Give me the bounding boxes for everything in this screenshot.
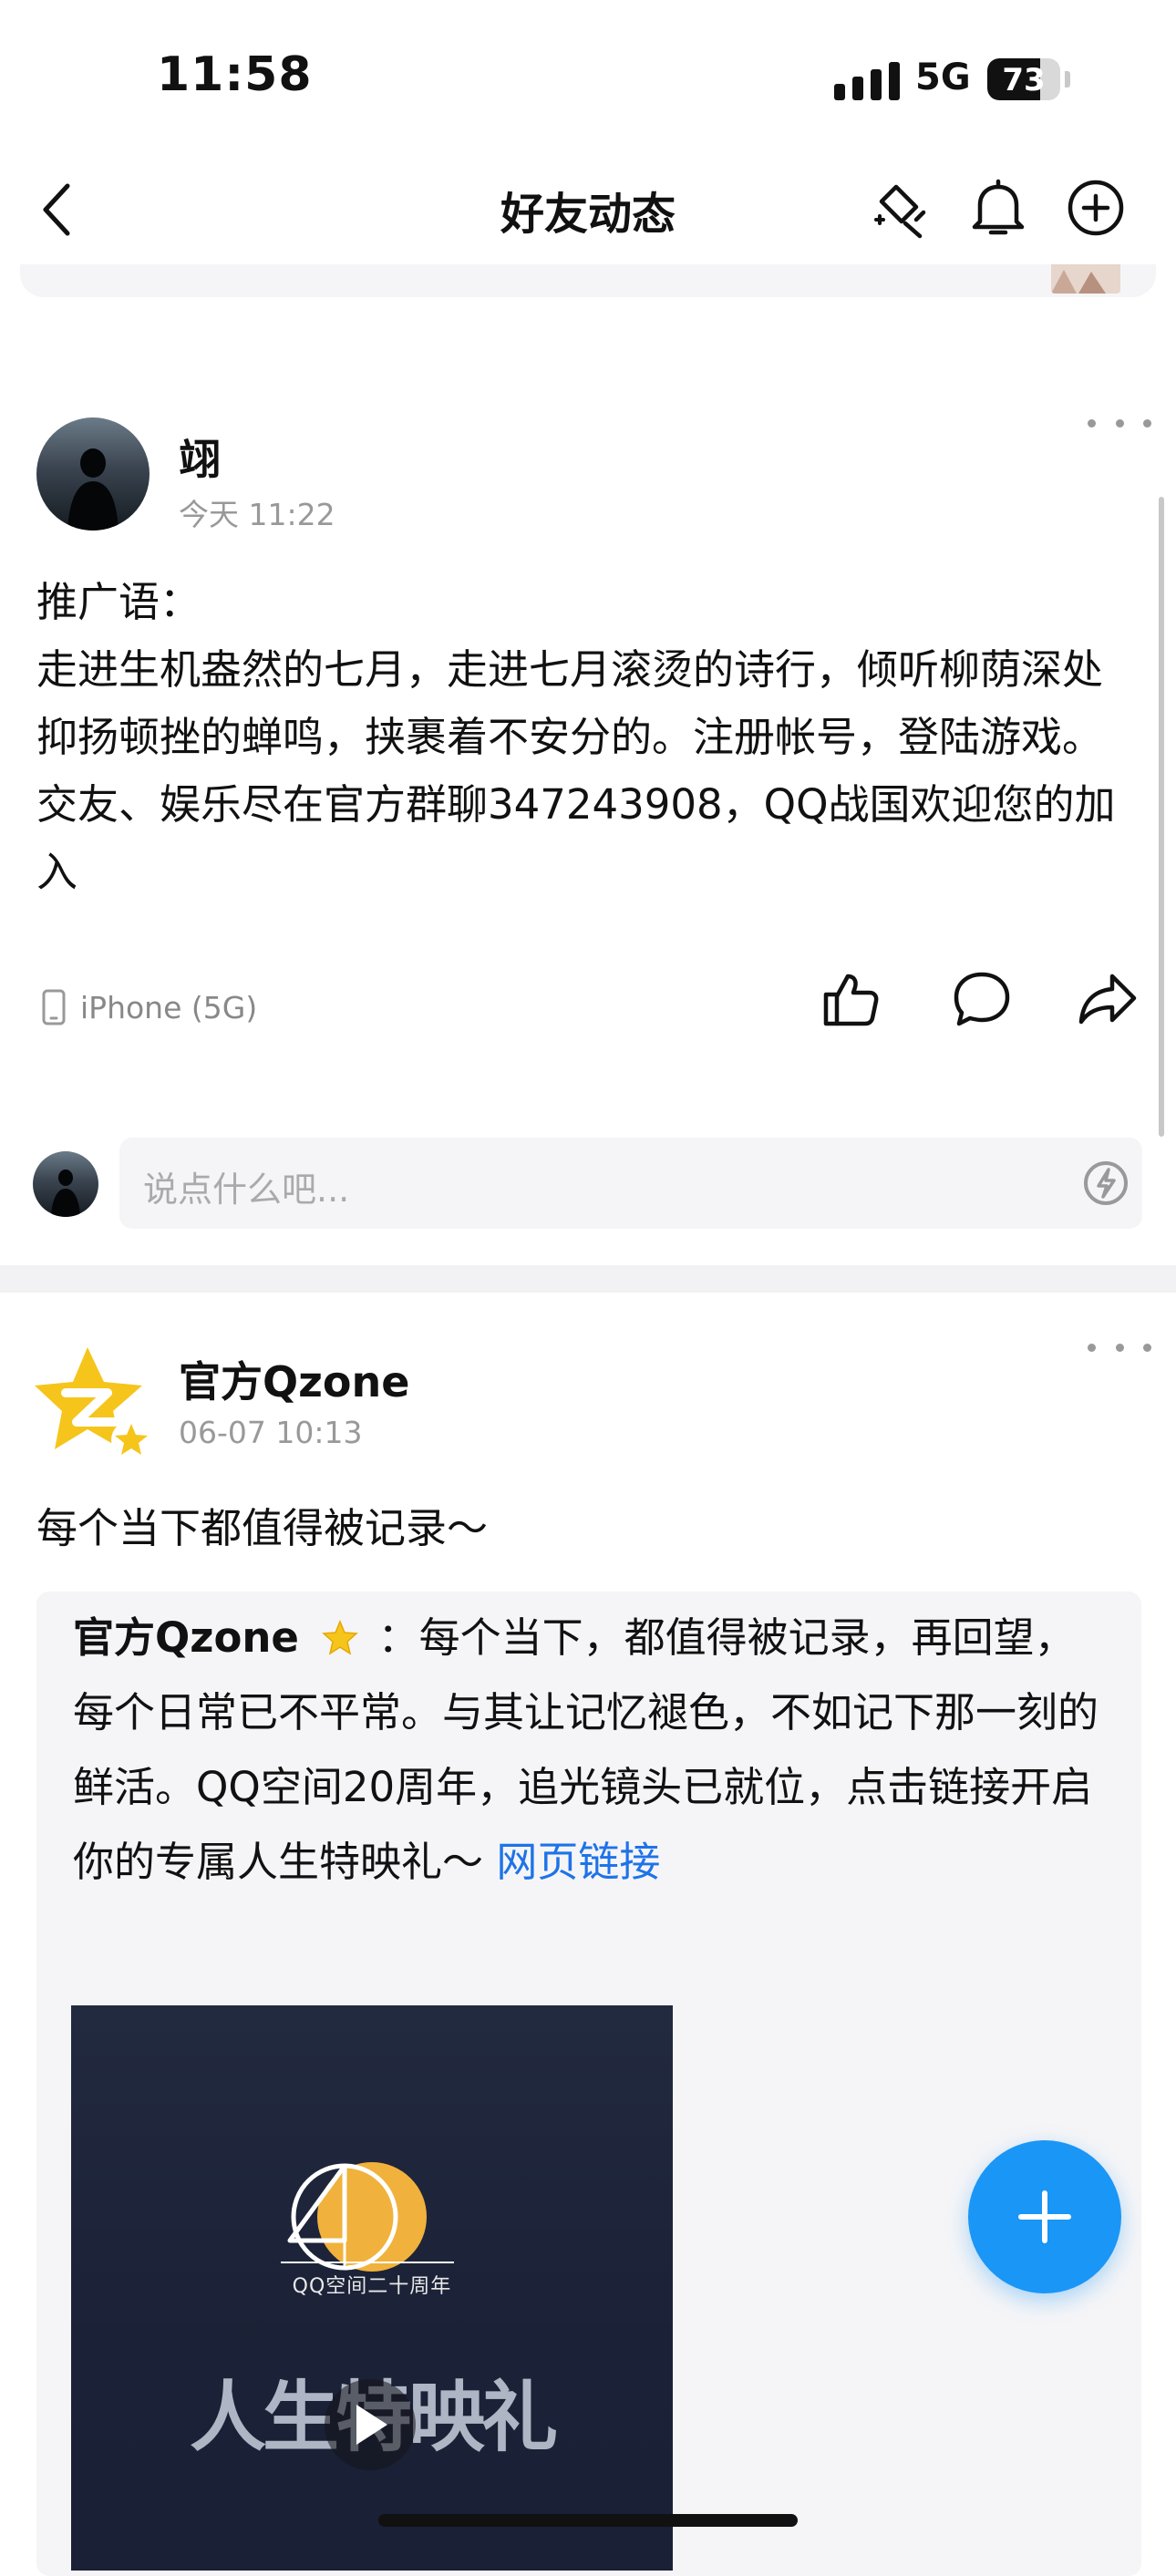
more-options-button[interactable]: [1088, 1334, 1151, 1361]
reposted-content[interactable]: 官方Qzone ：每个当下，都值得被记录，再回望，每个日常已不平常。与其让记忆褪…: [36, 1592, 1141, 2576]
post-text: 每个当下都值得被记录～: [36, 1504, 489, 1552]
device-info: iPhone (5G): [40, 987, 257, 1027]
star-badge-icon: [322, 1620, 359, 1655]
battery-level: 73: [1002, 62, 1046, 98]
like-button[interactable]: [814, 963, 887, 1036]
status-bar: 11:58 5G 73: [0, 0, 1176, 155]
avatar[interactable]: [33, 1347, 157, 1471]
author-name[interactable]: 翊: [179, 427, 221, 487]
dot-icon: [1088, 1343, 1096, 1352]
battery-icon: 73: [987, 58, 1060, 100]
repost-author[interactable]: 官方Qzone: [73, 1613, 299, 1662]
post-text: 推广语： 走进生机盎然的七月，走进七月滚烫的诗行，倾听柳荫深处抑扬顿挫的蝉鸣，挟…: [36, 578, 1116, 896]
status-time: 11:58: [157, 47, 313, 102]
comment-input[interactable]: 说点什么吧...: [119, 1138, 1142, 1229]
network-label: 5G: [915, 57, 971, 98]
author-name[interactable]: 官方Qzone: [179, 1349, 409, 1409]
dot-icon: [1143, 418, 1151, 428]
avatar[interactable]: [36, 417, 150, 531]
home-indicator: [378, 2514, 798, 2527]
dot-icon: [1088, 418, 1096, 428]
play-icon: [356, 2405, 387, 2445]
video-badge-text: QQ空间二十周年: [292, 2275, 452, 2298]
add-circle-icon: [1068, 180, 1124, 236]
plus-icon: [1018, 2190, 1071, 2243]
previous-post-thumbnail: [1051, 264, 1120, 294]
scrollbar[interactable]: [1159, 497, 1164, 1137]
nav-bar: 好友动态: [0, 155, 1176, 264]
dot-icon: [1143, 1343, 1151, 1352]
comment-placeholder: 说点什么吧...: [143, 1170, 350, 1210]
post-time: 06-07 10:13: [179, 1415, 363, 1450]
notifications-button[interactable]: [962, 171, 1035, 244]
comment-bubble-icon: [954, 972, 1010, 1026]
post-time: 今天 11:22: [179, 497, 335, 532]
signal-icon: [834, 62, 902, 100]
thumbs-up-icon: [823, 974, 879, 1026]
add-button[interactable]: [1059, 171, 1132, 244]
device-label: iPhone (5G): [80, 989, 258, 1025]
emoji-lightning-icon: [1084, 1161, 1128, 1205]
emoji-button[interactable]: [1069, 1147, 1142, 1220]
video-thumbnail[interactable]: QQ空间二十周年 人生特映礼: [71, 2005, 673, 2571]
floating-add-button[interactable]: [968, 2140, 1121, 2293]
comment-button[interactable]: [945, 963, 1018, 1036]
more-options-button[interactable]: [1088, 409, 1151, 437]
share-button[interactable]: [1071, 963, 1144, 1036]
repost-separator: ：: [377, 1613, 419, 1662]
edit-sparkle-icon: [874, 184, 926, 239]
web-link[interactable]: 网页链接: [496, 1838, 660, 1886]
battery-cap: [1065, 71, 1070, 88]
dot-icon: [1115, 418, 1124, 428]
share-arrow-icon: [1078, 974, 1137, 1025]
post-separator: [0, 1265, 1176, 1293]
dot-icon: [1115, 1343, 1124, 1352]
edit-button[interactable]: [864, 171, 937, 244]
commenter-avatar: [33, 1151, 98, 1217]
play-button[interactable]: [325, 2379, 416, 2470]
phone-icon: [42, 989, 66, 1025]
previous-post-card: [20, 264, 1156, 297]
bell-icon: [972, 179, 1025, 235]
repost-text-block: 官方Qzone ：每个当下，都值得被记录，再回望，每个日常已不平常。与其让记忆褪…: [73, 1601, 1112, 1900]
